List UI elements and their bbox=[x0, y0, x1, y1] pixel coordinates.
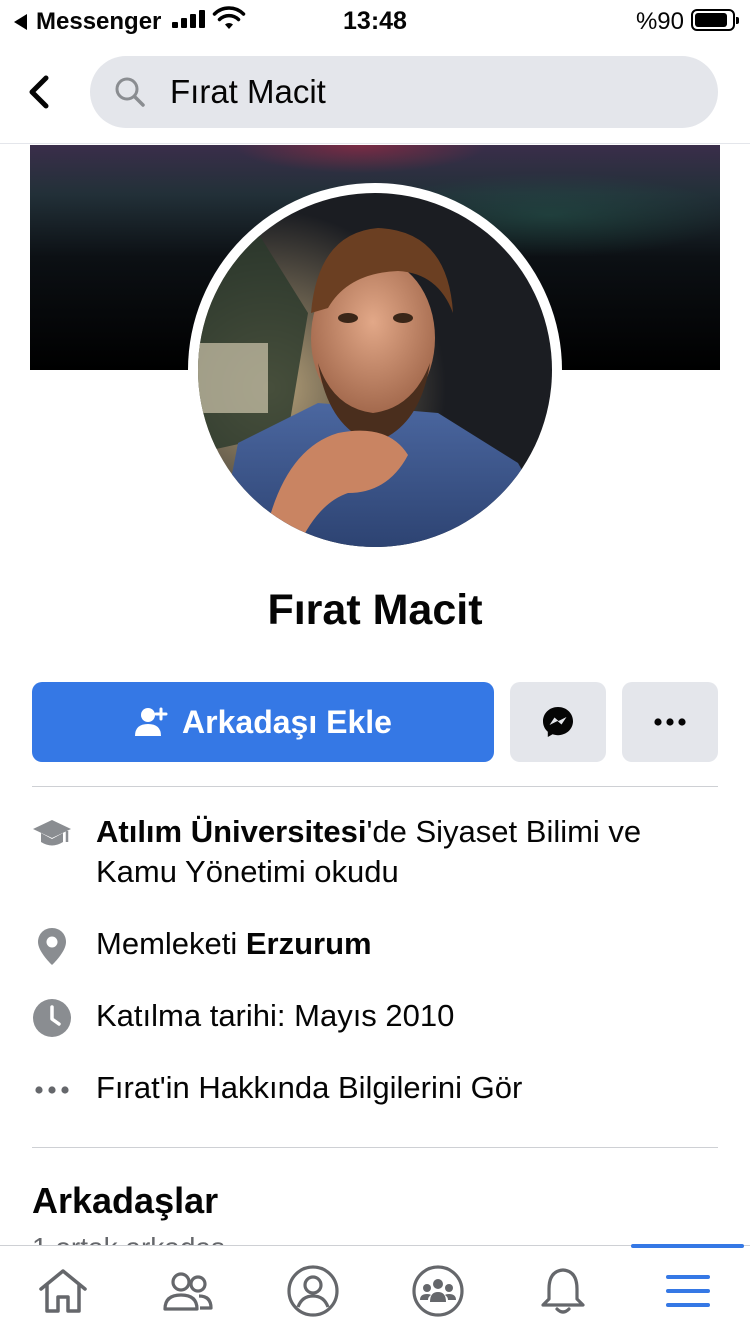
more-dots-icon bbox=[35, 1086, 69, 1094]
profile-icon bbox=[286, 1264, 339, 1317]
about-link-row[interactable]: Fırat'in Hakkında Bilgilerini Gör bbox=[32, 1068, 718, 1110]
joined-info: Katılma tarihi: Mayıs 2010 bbox=[32, 996, 718, 1038]
home-icon bbox=[38, 1268, 87, 1313]
search-bar[interactable]: Fırat Macit bbox=[90, 56, 718, 128]
add-friend-icon bbox=[135, 707, 168, 736]
hometown-prefix: Memleketi bbox=[96, 926, 246, 961]
messenger-icon bbox=[543, 707, 573, 737]
profile-photo-image bbox=[198, 193, 552, 547]
clock-icon bbox=[33, 999, 71, 1037]
battery-percent: %90 bbox=[635, 8, 684, 35]
add-friend-label: Arkadaşı Ekle bbox=[182, 703, 392, 740]
bottom-tab-bar bbox=[0, 1244, 750, 1334]
about-link-text[interactable]: Fırat'in Hakkında Bilgilerini Gör bbox=[96, 1068, 522, 1110]
divider bbox=[32, 786, 718, 787]
top-navigation-bar: Fırat Macit bbox=[0, 40, 750, 144]
hometown-info: Memleketi Erzurum bbox=[32, 924, 718, 966]
more-options-button[interactable] bbox=[622, 682, 718, 762]
education-info: Atılım Üniversitesi'de Siyaset Bilimi ve… bbox=[32, 812, 718, 892]
add-friend-button[interactable]: Arkadaşı Ekle bbox=[32, 682, 494, 762]
tab-groups[interactable] bbox=[375, 1246, 500, 1334]
status-bar: Messenger 13:48 %90 bbox=[0, 0, 750, 40]
more-dots-icon bbox=[654, 718, 686, 726]
graduation-cap-icon bbox=[33, 820, 71, 846]
groups-icon bbox=[411, 1264, 464, 1317]
friends-icon bbox=[162, 1271, 213, 1311]
tab-menu[interactable] bbox=[625, 1246, 750, 1334]
tab-home[interactable] bbox=[0, 1246, 125, 1334]
profile-picture[interactable] bbox=[188, 183, 562, 557]
tab-profile[interactable] bbox=[250, 1246, 375, 1334]
battery-fill bbox=[695, 13, 728, 27]
profile-name: Fırat Macit bbox=[267, 586, 483, 634]
tab-friends[interactable] bbox=[125, 1246, 250, 1334]
menu-icon bbox=[665, 1274, 710, 1307]
location-pin-icon bbox=[38, 928, 66, 965]
notifications-icon bbox=[540, 1267, 585, 1314]
back-chevron-icon[interactable] bbox=[20, 70, 60, 114]
message-button[interactable] bbox=[510, 682, 606, 762]
battery-icon bbox=[691, 9, 739, 31]
tab-notifications[interactable] bbox=[500, 1246, 625, 1334]
school-name[interactable]: Atılım Üniversitesi bbox=[96, 814, 366, 849]
divider bbox=[32, 1147, 718, 1148]
joined-text: Katılma tarihi: Mayıs 2010 bbox=[96, 998, 455, 1033]
hometown-city[interactable]: Erzurum bbox=[246, 926, 372, 961]
search-icon bbox=[115, 77, 145, 107]
friends-section-title: Arkadaşlar bbox=[32, 1180, 219, 1221]
search-input-value[interactable]: Fırat Macit bbox=[170, 73, 326, 111]
